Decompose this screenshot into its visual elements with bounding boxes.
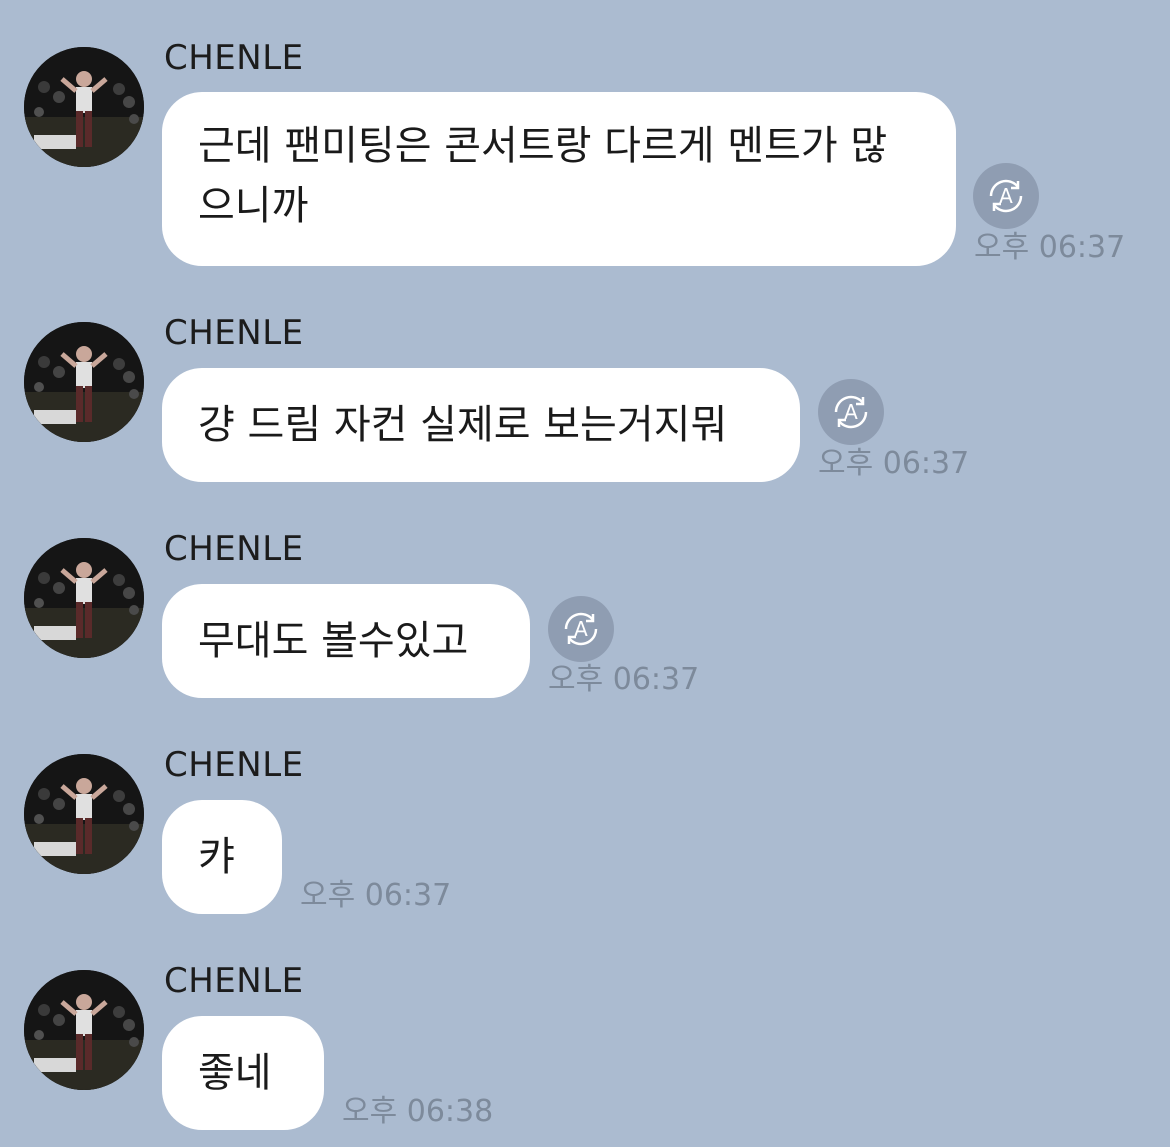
- timestamp: 오후 06:37: [548, 662, 700, 697]
- message-bubble[interactable]: 좋네: [162, 1016, 324, 1130]
- avatar[interactable]: [24, 754, 144, 874]
- timestamp: 오후 06:38: [342, 1094, 494, 1129]
- svg-text:A: A: [999, 184, 1013, 208]
- message-bubble[interactable]: 무대도 볼수있고: [162, 584, 530, 698]
- timestamp: 오후 06:37: [974, 230, 1126, 265]
- sender-name: CHENLE: [164, 313, 304, 353]
- message-bubble[interactable]: 캬: [162, 800, 282, 914]
- message-text: 걍 드림 자컨 실제로 보는거지뭐: [198, 402, 728, 448]
- avatar[interactable]: [24, 538, 144, 658]
- message-text-line: 근데 팬미팅은 콘서트랑 다르게 멘트가 많: [198, 123, 888, 169]
- message-text: 무대도 볼수있고: [198, 618, 469, 664]
- sender-name: CHENLE: [164, 38, 304, 78]
- translate-icon: A: [564, 612, 598, 646]
- avatar[interactable]: [24, 322, 144, 442]
- avatar[interactable]: [24, 970, 144, 1090]
- timestamp: 오후 06:37: [818, 446, 970, 481]
- message-text: 좋네: [198, 1050, 272, 1096]
- sender-name: CHENLE: [164, 961, 304, 1001]
- message-bubble[interactable]: 걍 드림 자컨 실제로 보는거지뭐: [162, 368, 800, 482]
- svg-text:A: A: [844, 400, 858, 424]
- translate-icon: A: [834, 395, 868, 429]
- translate-button[interactable]: A: [818, 379, 884, 445]
- avatar[interactable]: [24, 47, 144, 167]
- translate-button[interactable]: A: [548, 596, 614, 662]
- message-text-line: 으니까: [198, 183, 309, 229]
- timestamp: 오후 06:37: [300, 878, 452, 913]
- message-bubble[interactable]: 근데 팬미팅은 콘서트랑 다르게 멘트가 많 으니까: [162, 92, 956, 266]
- sender-name: CHENLE: [164, 745, 304, 785]
- svg-text:A: A: [574, 617, 588, 641]
- message-text: 캬: [198, 834, 235, 880]
- sender-name: CHENLE: [164, 529, 304, 569]
- translate-button[interactable]: A: [973, 163, 1039, 229]
- translate-icon: A: [989, 179, 1023, 213]
